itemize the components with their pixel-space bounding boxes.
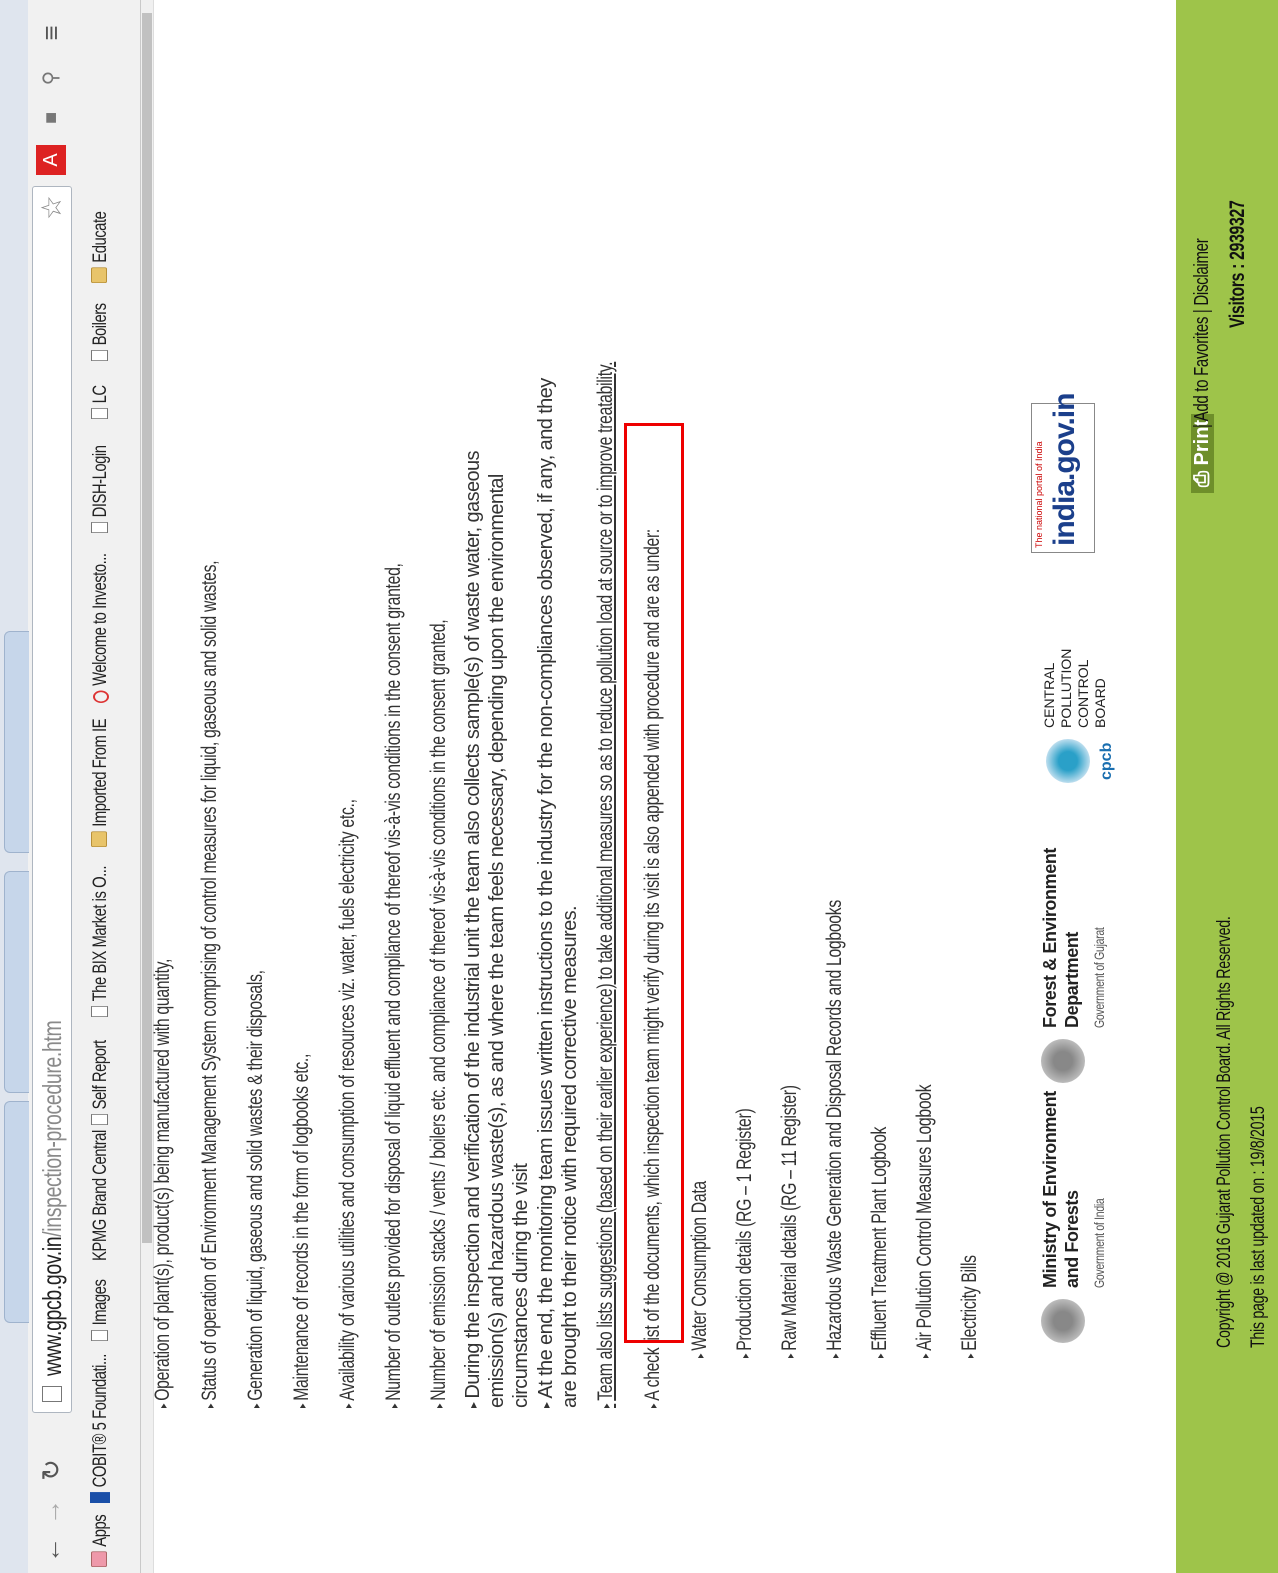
browser-tab[interactable]	[4, 1101, 29, 1323]
list-item: Number of emission stacks / vents / boil…	[427, 620, 451, 1408]
bookmark-kpmg[interactable]: KPMG Brand Central	[90, 1130, 112, 1261]
copyright-text: Copyright @ 2016 Gujarat Pollution Contr…	[1214, 916, 1235, 1348]
list-item: Operation of plant(s), product(s) being …	[151, 959, 175, 1408]
india-portal-tagline: The national portal of India	[1034, 441, 1044, 548]
last-updated-text: This page is last updated on : 19/8/2015	[1248, 1106, 1269, 1348]
list-item: Team also lists suggestions (based on th…	[594, 362, 618, 1408]
checklist-item: Production details (RG – 1 Register)	[733, 1109, 757, 1358]
folder-icon	[91, 267, 107, 283]
checklist-item: Air Pollution Control Measures Logbook	[913, 1085, 937, 1358]
moef-subtitle: Government of India	[1091, 1198, 1107, 1288]
bookmark-cobit[interactable]: COBIT® 5 Foundati...	[90, 1354, 112, 1503]
page-icon	[91, 522, 108, 533]
checklist-item: Electricity Bills	[958, 1255, 982, 1358]
bookmark-welcome-investo[interactable]: Welcome to Investo...	[90, 553, 112, 703]
page-icon	[91, 350, 108, 361]
page-icon	[91, 1006, 108, 1017]
tab-strip	[0, 0, 29, 1573]
list-item: Maintenance of records in the form of lo…	[290, 1054, 314, 1408]
page-icon	[91, 408, 108, 419]
checklist-item: Hazardous Waste Generation and Disposal …	[823, 900, 847, 1358]
cpcb-name: CENTRAL POLLUTION CONTROL BOARD	[1041, 648, 1108, 728]
apps-grid-icon	[91, 1551, 107, 1567]
footer: Copyright @ 2016 Gujarat Pollution Contr…	[1176, 0, 1278, 1573]
moef-title: Ministry of Environment and Forests	[1040, 1091, 1082, 1288]
checklist-item: Raw Material details (RG – 11 Register)	[778, 1085, 802, 1358]
browser-chrome: ← → ↻ www.gpcb.gov.in/inspection-procedu…	[0, 0, 141, 1573]
bookmark-self-report[interactable]: Self Report	[90, 1040, 112, 1125]
list-item: During the inspection and verification o…	[461, 368, 533, 1408]
list-item: At the end, the monitoring team issues w…	[534, 368, 582, 1408]
pdf-extension-icon[interactable]: A	[36, 145, 66, 175]
list-item: Status of operation of Environment Manag…	[198, 561, 222, 1408]
reload-icon[interactable]: ↻	[34, 1453, 68, 1487]
india-gov-wordmark: india.gov.in	[1048, 393, 1081, 546]
cpcb-abbr: cpcb	[1098, 742, 1115, 780]
checklist-item: Effluent Treatment Plant Logbook	[868, 1127, 892, 1358]
printer-icon: ⎙	[1191, 465, 1213, 487]
logo-india-gov[interactable]: The national portal of India india.gov.i…	[1031, 394, 1095, 553]
visitor-counter: Visitors : 2939327	[1226, 200, 1249, 328]
checklist-item: Water Consumption Data	[688, 1181, 712, 1358]
browser-tab[interactable]	[4, 631, 29, 853]
browser-tab[interactable]	[4, 871, 29, 1093]
list-item: Generation of liquid, gaseous and solid …	[244, 970, 268, 1408]
bookmark-star-icon[interactable]: ☆	[35, 195, 68, 220]
page-icon	[91, 1114, 108, 1125]
bookmark-apps[interactable]: Apps	[90, 1515, 112, 1567]
emblem-icon	[1041, 1299, 1085, 1343]
url-text: www.gpcb.gov.in/inspection-procedure.htm	[37, 1020, 67, 1376]
menu-icon[interactable]: ≡	[36, 18, 66, 48]
bookmark-imported-from-ie[interactable]: Imported From IE	[90, 719, 112, 847]
search-extension-icon[interactable]: ⚲	[36, 63, 66, 93]
bookmark-images[interactable]: Images	[90, 1280, 112, 1341]
bookmark-educate[interactable]: Educate	[90, 212, 112, 283]
forward-icon[interactable]: →	[34, 1495, 68, 1529]
rotated-screen: ← → ↻ www.gpcb.gov.in/inspection-procedu…	[0, 0, 1278, 1573]
page-content: Operation of plant(s), product(s) being …	[141, 0, 1278, 1573]
bookmark-lc[interactable]: LC	[90, 385, 112, 419]
bookmark-bix-market[interactable]: The BIX Market is O...	[90, 866, 112, 1017]
folder-icon	[91, 831, 107, 847]
page-icon	[42, 1386, 62, 1402]
page-icon	[91, 1330, 108, 1341]
back-icon[interactable]: ←	[34, 1533, 68, 1567]
globe-icon	[93, 690, 109, 703]
list-item: Number of outlets provided for disposal …	[382, 563, 406, 1408]
bookmark-boilers[interactable]: Boilers	[90, 303, 112, 361]
fed-title: Forest & Environment Department	[1040, 847, 1082, 1028]
bookmark-dish-login[interactable]: DISH-Login	[90, 445, 112, 533]
browser-toolbar: ← → ↻ www.gpcb.gov.in/inspection-procedu…	[28, 0, 76, 1573]
extension-icon[interactable]: ■	[36, 103, 66, 133]
footer-links[interactable]: | Add to Favorites | Disclaimer	[1191, 239, 1214, 428]
cobit-icon	[90, 1492, 110, 1503]
address-bar[interactable]: www.gpcb.gov.in/inspection-procedure.htm…	[32, 186, 72, 1413]
emblem-icon	[1041, 1039, 1085, 1083]
annotation-highlight-box	[624, 423, 684, 1343]
cpcb-globe-icon	[1046, 739, 1090, 783]
fed-subtitle: Government of Gujarat	[1091, 927, 1107, 1029]
list-item: Availability of various utilities and co…	[336, 799, 360, 1408]
bookmarks-bar: Apps COBIT® 5 Foundati... Images KPMG Br…	[80, 0, 126, 1573]
